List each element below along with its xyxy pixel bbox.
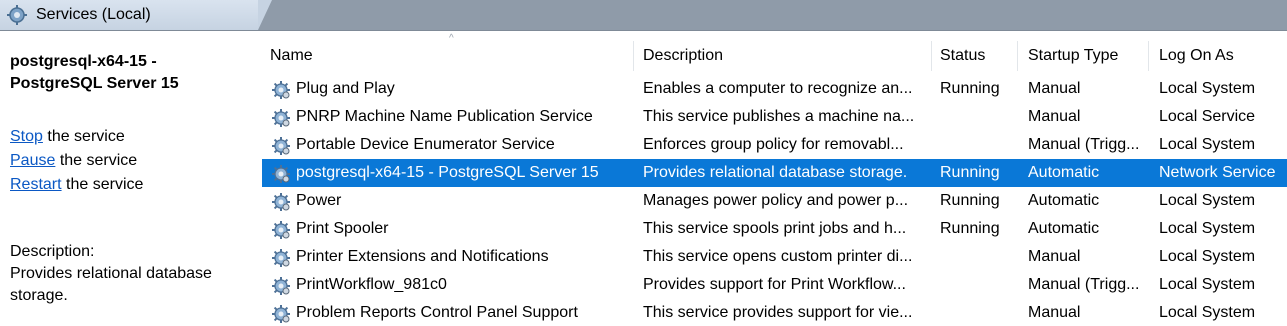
cell-logon: Local Service	[1159, 108, 1256, 125]
cell-name: PNRP Machine Name Publication Service	[296, 108, 593, 125]
cell-status	[940, 243, 1016, 271]
cell-logon: Local System	[1159, 276, 1256, 293]
gear-service-icon	[271, 276, 291, 296]
description-label: Description:	[10, 243, 95, 260]
cell-status: Running	[940, 220, 1000, 237]
table-row[interactable]: Printer Extensions and Notifications This…	[262, 243, 1287, 271]
table-row[interactable]: Problem Reports Control Panel Support Thi…	[262, 299, 1287, 326]
window-title: Services (Local)	[36, 6, 151, 23]
cell-name: Problem Reports Control Panel Support	[296, 304, 578, 321]
title-bar: Services (Local)	[0, 0, 1287, 31]
gear-service-icon	[271, 108, 291, 128]
description-text: Provides relational database storage.	[10, 265, 212, 304]
cell-description: This service spools print jobs and h...	[643, 220, 907, 237]
cell-status: Running	[940, 164, 1000, 181]
selected-service-title: postgresql-x64-15 - PostgreSQL Server 15	[10, 53, 179, 92]
cell-description: Enables a computer to recognize an...	[643, 80, 913, 97]
gear-service-icon	[271, 164, 291, 184]
cell-description: This service provides support for vie...	[643, 304, 913, 321]
table-row[interactable]: Power Manages power policy and power p...…	[262, 187, 1287, 215]
cell-description: Provides support for Print Workflow...	[643, 276, 906, 293]
restart-action: Restart the service	[10, 173, 247, 197]
cell-name: Printer Extensions and Notifications	[296, 248, 549, 265]
restart-link[interactable]: Restart	[10, 176, 62, 193]
gear-service-icon	[271, 304, 291, 324]
column-divider[interactable]	[633, 41, 634, 71]
gear-service-icon	[271, 248, 291, 268]
pause-action: Pause the service	[10, 149, 247, 173]
table-row[interactable]: Portable Device Enumerator Service Enforc…	[262, 131, 1287, 159]
cell-startup: Manual (Trigg...	[1028, 136, 1140, 153]
column-header-status[interactable]: Status	[940, 41, 1020, 71]
restart-action-text: the service	[61, 176, 144, 193]
cell-status	[940, 131, 1016, 159]
services-list[interactable]: ^ Name Description Status Startup Type L…	[262, 31, 1287, 326]
cell-logon: Local System	[1159, 80, 1256, 97]
table-row[interactable]: Plug and Play Enables a computer to recog…	[262, 75, 1287, 103]
gear-service-icon	[271, 80, 291, 100]
cell-logon: Local System	[1159, 248, 1256, 265]
gear-service-icon	[271, 192, 291, 212]
cell-logon: Local System	[1159, 220, 1256, 237]
gear-service-icon	[271, 136, 291, 156]
cell-startup: Manual	[1028, 304, 1081, 321]
stop-link[interactable]: Stop	[10, 128, 43, 145]
pause-link[interactable]: Pause	[10, 152, 55, 169]
cell-status	[940, 299, 1016, 326]
column-divider[interactable]	[1017, 41, 1018, 71]
table-row[interactable]: PNRP Machine Name Publication Service Thi…	[262, 103, 1287, 131]
cell-description: Enforces group policy for removabl...	[643, 136, 904, 153]
column-header-name[interactable]: Name	[270, 41, 630, 71]
cell-status: Running	[940, 192, 1000, 209]
stop-action: Stop the service	[10, 125, 247, 149]
cell-name: postgresql-x64-15 - PostgreSQL Server 15	[296, 164, 599, 181]
cell-name: PrintWorkflow_981c0	[296, 276, 447, 293]
cell-logon: Local System	[1159, 304, 1256, 321]
cell-logon: Local System	[1159, 192, 1256, 209]
services-local-tab[interactable]: Services (Local)	[0, 0, 272, 30]
cell-description: This service opens custom printer di...	[643, 248, 913, 265]
services-gear-icon	[7, 5, 27, 25]
cell-logon: Local System	[1159, 136, 1256, 153]
cell-status: Running	[940, 80, 1000, 97]
cell-status	[940, 271, 1016, 299]
service-actions: Stop the service Pause the service Resta…	[10, 125, 247, 197]
cell-startup: Automatic	[1028, 164, 1100, 181]
table-row[interactable]: Print Spooler This service spools print j…	[262, 215, 1287, 243]
cell-startup: Automatic	[1028, 192, 1100, 209]
column-divider[interactable]	[931, 41, 932, 71]
column-header-description[interactable]: Description	[643, 41, 928, 71]
cell-status	[940, 103, 1016, 131]
cell-startup: Manual	[1028, 108, 1081, 125]
cell-startup: Manual	[1028, 248, 1081, 265]
stop-action-text: the service	[42, 128, 125, 145]
column-header-startup-type[interactable]: Startup Type	[1028, 41, 1148, 71]
pause-action-text: the service	[55, 152, 138, 169]
cell-logon: Network Service	[1159, 164, 1276, 181]
gear-service-icon	[271, 220, 291, 240]
service-description: Description: Provides relational databas…	[10, 241, 240, 307]
cell-description: This service publishes a machine na...	[643, 108, 915, 125]
column-header-log-on-as[interactable]: Log On As	[1159, 41, 1284, 71]
table-row[interactable]: PrintWorkflow_981c0 Provides support for …	[262, 271, 1287, 299]
cell-description: Provides relational database storage.	[643, 164, 908, 181]
cell-startup: Automatic	[1028, 220, 1100, 237]
cell-startup: Manual	[1028, 80, 1081, 97]
cell-name: Power	[296, 192, 342, 209]
extended-info-pane: postgresql-x64-15 - PostgreSQL Server 15…	[0, 31, 257, 326]
cell-name: Portable Device Enumerator Service	[296, 136, 555, 153]
cell-name: Print Spooler	[296, 220, 389, 237]
column-divider[interactable]	[1148, 41, 1149, 71]
cell-description: Manages power policy and power p...	[643, 192, 909, 209]
cell-startup: Manual (Trigg...	[1028, 276, 1140, 293]
cell-name: Plug and Play	[296, 80, 395, 97]
table-row[interactable]: postgresql-x64-15 - PostgreSQL Server 15…	[262, 159, 1287, 187]
